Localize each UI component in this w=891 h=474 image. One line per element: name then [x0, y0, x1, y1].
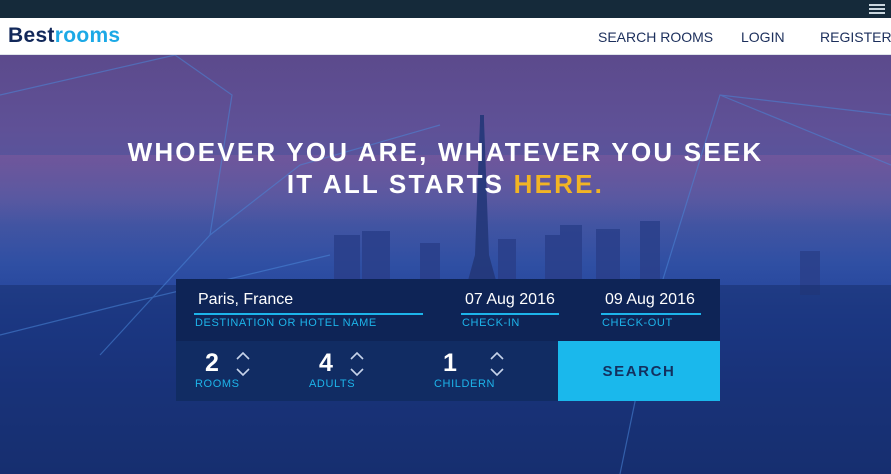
nav-search-rooms-link[interactable]: SEARCH ROOMS	[598, 29, 713, 45]
destination-label: DESTINATION OR HOTEL NAME	[195, 317, 377, 329]
adults-label: ADULTS	[309, 378, 356, 390]
search-form-bottom-row: 2 ROOMS 4 ADULTS 1 CHILDERN	[176, 341, 558, 401]
logo-text-best: Best	[8, 24, 55, 47]
children-value[interactable]: 1	[443, 349, 457, 378]
rooms-increase-chevron-up-icon[interactable]	[236, 351, 250, 361]
check-out-label: CHECK-OUT	[602, 317, 673, 329]
rooms-value[interactable]: 2	[205, 349, 219, 378]
logo-text-rooms: rooms	[54, 24, 121, 47]
children-increase-chevron-up-icon[interactable]	[490, 351, 504, 361]
children-decrease-chevron-down-icon[interactable]	[490, 367, 504, 377]
adults-value[interactable]: 4	[319, 349, 333, 378]
nav-register-link[interactable]: REGISTER	[820, 29, 891, 45]
check-out-input[interactable]: 09 Aug 2016	[605, 291, 705, 309]
hero-headline-prefix: IT ALL STARTS	[286, 169, 514, 199]
destination-input[interactable]: Paris, France	[198, 291, 423, 309]
check-in-input[interactable]: 07 Aug 2016	[465, 291, 561, 309]
navbar: Bestrooms SEARCH ROOMS LOGIN REGISTER	[0, 18, 891, 55]
adults-decrease-chevron-down-icon[interactable]	[350, 367, 364, 377]
check-out-underline	[601, 313, 701, 315]
adults-increase-chevron-up-icon[interactable]	[350, 351, 364, 361]
search-form: Paris, France DESTINATION OR HOTEL NAME …	[176, 279, 720, 401]
top-strip	[0, 0, 891, 18]
rooms-decrease-chevron-down-icon[interactable]	[236, 367, 250, 377]
paris-skyline-background	[0, 55, 891, 474]
children-label: CHILDERN	[434, 378, 496, 390]
destination-underline	[194, 313, 423, 315]
search-form-top-row: Paris, France DESTINATION OR HOTEL NAME …	[176, 279, 720, 341]
hamburger-menu-icon[interactable]	[869, 2, 885, 16]
hero-headline-line2: IT ALL STARTS HERE.	[0, 169, 891, 200]
nav-login-link[interactable]: LOGIN	[741, 29, 785, 45]
check-in-underline	[461, 313, 559, 315]
hero-headline-highlight: HERE.	[513, 169, 605, 199]
brand-logo[interactable]: Bestrooms	[8, 24, 120, 48]
hero-section: WHOEVER YOU ARE, WHATEVER YOU SEEK IT AL…	[0, 55, 891, 474]
rooms-label: ROOMS	[195, 378, 240, 390]
check-in-label: CHECK-IN	[462, 317, 520, 329]
search-button[interactable]: SEARCH	[558, 341, 720, 401]
hero-headline-line1: WHOEVER YOU ARE, WHATEVER YOU SEEK	[127, 137, 764, 167]
